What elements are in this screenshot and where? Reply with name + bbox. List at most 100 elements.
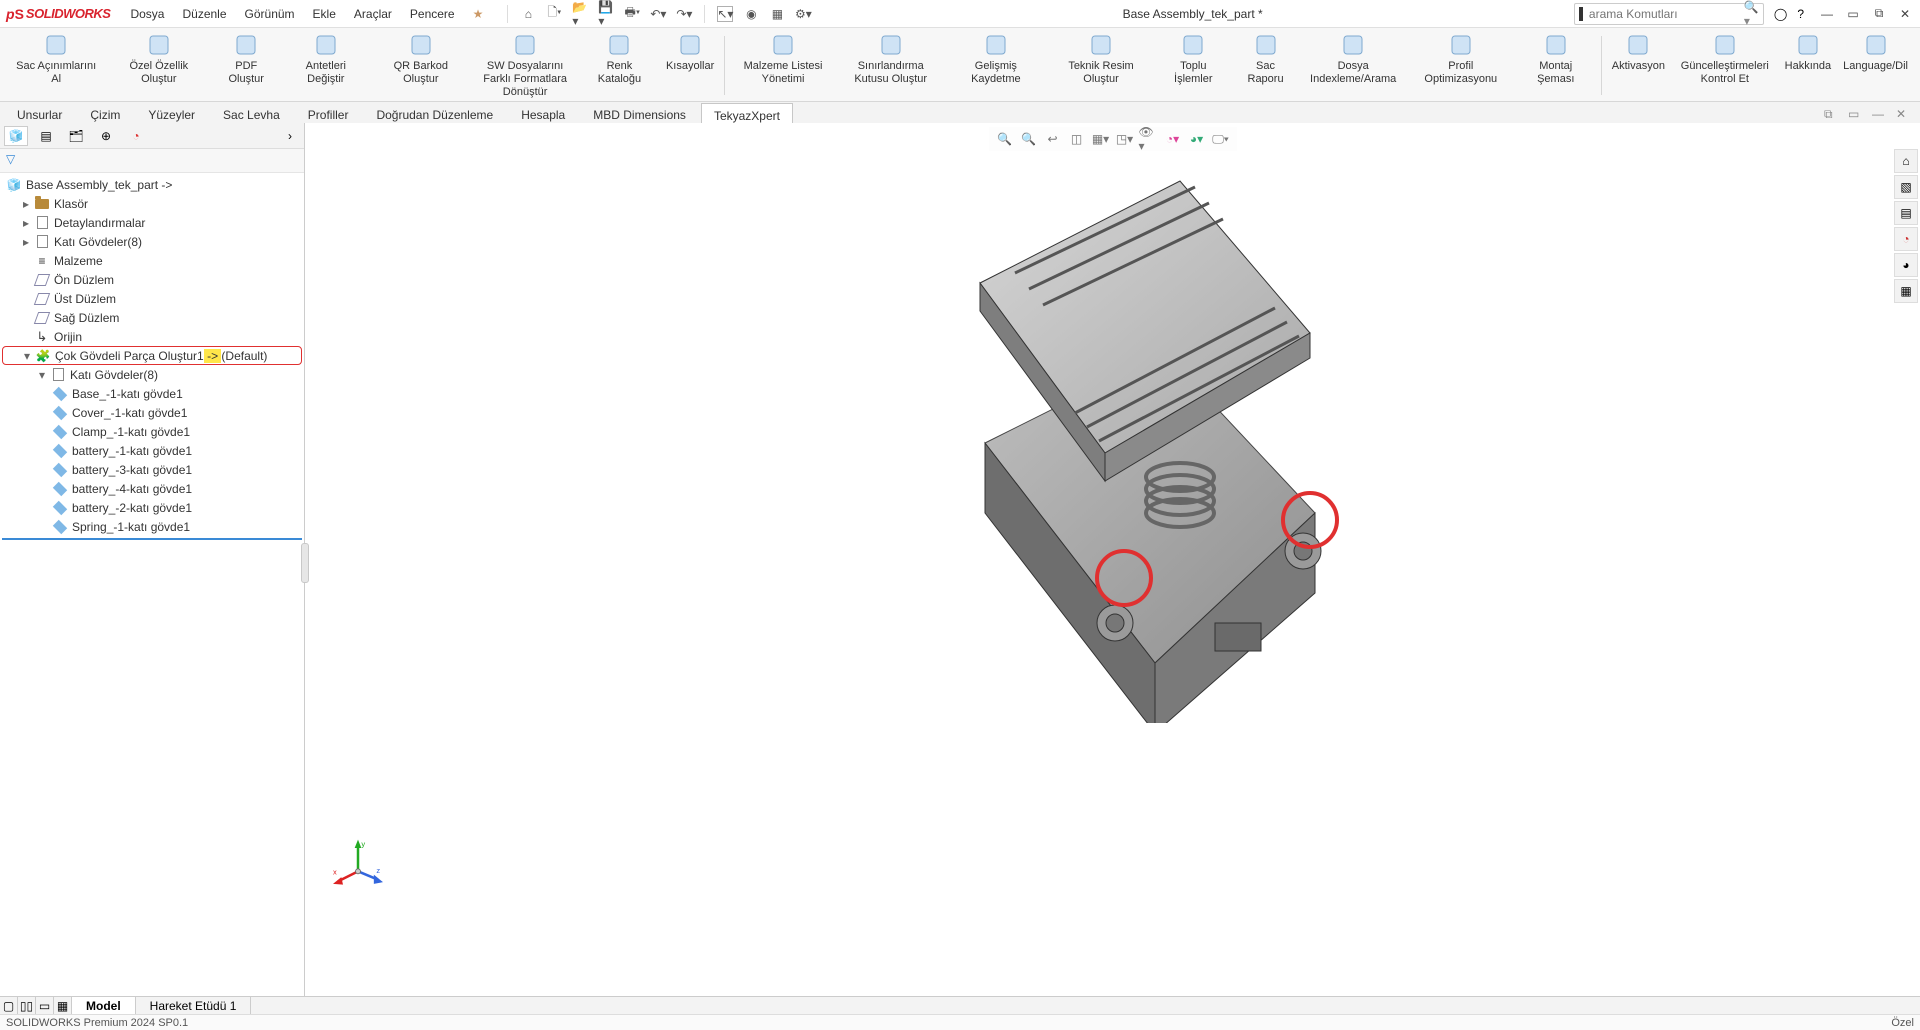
tree-body-item[interactable]: battery_-3-katı gövde1 [2, 460, 302, 479]
ribbon-button[interactable]: QR Barkod Oluştur [370, 32, 471, 86]
tree-body-item[interactable]: battery_-4-katı gövde1 [2, 479, 302, 498]
view-2h-icon[interactable]: ▯▯ [18, 997, 36, 1015]
feature-tree[interactable]: 🧊 Base Assembly_tek_part -> ▸Klasör▸Deta… [0, 173, 304, 998]
ribbon-button[interactable]: Malzeme Listesi Yönetimi [729, 32, 837, 86]
menu-insert[interactable]: Ekle [305, 4, 344, 24]
close-button[interactable]: ✕ [1896, 5, 1914, 23]
tree-root[interactable]: 🧊 Base Assembly_tek_part -> [2, 175, 302, 194]
help-icon[interactable]: ? [1797, 7, 1804, 21]
ribbon-button[interactable]: Dosya Indexleme/Arama [1299, 32, 1407, 86]
taskpane-resources-icon[interactable]: ▧ [1894, 175, 1918, 199]
open-doc-icon[interactable]: 📂▾ [572, 6, 588, 22]
tree-body-item[interactable]: Base_-1-katı gövde1 [2, 384, 302, 403]
select-arrow-icon[interactable]: ↖▾ [717, 6, 733, 22]
doc-min-icon[interactable]: ▭ [1848, 107, 1864, 123]
tree-filter-row[interactable]: ▽ [0, 149, 304, 173]
fp-tab-display[interactable]: ◔ [124, 126, 148, 146]
new-doc-icon[interactable]: 🗋▾ [546, 6, 562, 22]
expander-icon[interactable]: ▾ [21, 349, 33, 363]
settings-gear-icon[interactable]: ⚙▾ [795, 6, 811, 22]
tree-body-item[interactable]: Clamp_-1-katı gövde1 [2, 422, 302, 441]
ribbon-button[interactable]: Toplu İşlemler [1155, 32, 1232, 86]
ribbon-button[interactable]: PDF Oluştur [211, 32, 281, 86]
ribbon-button[interactable]: Özel Özellik Oluştur [106, 32, 211, 86]
view-4-icon[interactable]: ▦ [54, 997, 72, 1015]
minimize-button[interactable]: — [1818, 5, 1836, 23]
view-2v-icon[interactable]: ▭ [36, 997, 54, 1015]
menu-tools[interactable]: Araçlar [346, 4, 400, 24]
doc-restore-icon[interactable]: ⧉ [1824, 107, 1840, 123]
fp-tab-config[interactable]: 🗂 [64, 126, 88, 146]
tree-item[interactable]: Sağ Düzlem [2, 308, 302, 327]
options-grid-icon[interactable]: ▦ [769, 6, 785, 22]
view-single-icon[interactable]: ▢ [0, 997, 18, 1015]
search-glass-icon[interactable]: 🔍▾ [1744, 0, 1759, 28]
expander-icon[interactable]: ▾ [36, 368, 48, 382]
tree-body-item[interactable]: Cover_-1-katı gövde1 [2, 403, 302, 422]
home-icon[interactable]: ⌂ [520, 6, 536, 22]
tree-item[interactable]: ↳Orijin [2, 327, 302, 346]
status-unit-system[interactable]: Özel [1891, 1017, 1914, 1029]
command-search[interactable]: 🔍▾ [1574, 3, 1764, 25]
ribbon-button[interactable]: Güncelleştirmeleri Kontrol Et [1671, 32, 1779, 86]
ribbon-button[interactable]: Language/Dil [1837, 32, 1914, 73]
doc-close-icon[interactable]: ✕ [1896, 107, 1912, 123]
tree-item[interactable]: ▸Detaylandırmalar [2, 213, 302, 232]
fp-tab-dim[interactable]: ⊕ [94, 126, 118, 146]
traffic-light-icon[interactable]: ◉ [743, 6, 759, 22]
menu-edit[interactable]: Düzenle [174, 4, 234, 24]
section-view-icon[interactable]: ◫ [1067, 129, 1087, 149]
expander-icon[interactable]: ▸ [20, 216, 32, 230]
menu-view[interactable]: Görünüm [237, 4, 303, 24]
prev-view-icon[interactable]: ↩ [1043, 129, 1063, 149]
redo-icon[interactable]: ↷▾ [676, 6, 692, 22]
ribbon-button[interactable]: Hakkında [1779, 32, 1837, 73]
tree-item[interactable]: ≡Malzeme [2, 251, 302, 270]
tree-body-item[interactable]: Spring_-1-katı gövde1 [2, 517, 302, 536]
zoom-fit-icon[interactable]: 🔍 [995, 129, 1015, 149]
ribbon-button[interactable]: Kısayollar [660, 32, 720, 73]
menu-file[interactable]: Dosya [122, 4, 172, 24]
tree-insertion-bar[interactable] [2, 538, 302, 540]
tree-item-multibody[interactable]: ▾ 🧩 Çok Gövdeli Parça Oluştur1 -> (Defau… [2, 346, 302, 365]
orientation-triad[interactable]: y x z [333, 838, 383, 888]
expander-icon[interactable]: ▸ [20, 235, 32, 249]
print-icon[interactable]: 🖶▾ [624, 6, 640, 22]
ribbon-button[interactable]: Aktivasyon [1606, 32, 1671, 73]
menu-help-icon[interactable]: ★ [465, 4, 492, 24]
tree-item[interactable]: ▸Klasör [2, 194, 302, 213]
tree-item-solid-bodies-sub[interactable]: ▾ Katı Gövdeler(8) [2, 365, 302, 384]
fp-tab-feature-tree[interactable]: 🧊 [4, 126, 28, 146]
graphics-viewport[interactable]: 🔍 🔍 ↩ ◫ ▦▾ ◳▾ 👁▾ ◔▾ ◕▾ 🖵▾ ⌂ ▧ ▤ ◔ ◕ ▦ [305, 123, 1920, 998]
tree-body-item[interactable]: battery_-2-katı gövde1 [2, 498, 302, 517]
appearance-icon[interactable]: ◔▾ [1163, 129, 1183, 149]
taskpane-library-icon[interactable]: ▤ [1894, 201, 1918, 225]
orientation-icon[interactable]: ▦▾ [1091, 129, 1111, 149]
taskpane-props-icon[interactable]: ▦ [1894, 279, 1918, 303]
filter-funnel-icon[interactable]: ▽ [6, 152, 15, 166]
scene-icon[interactable]: ◕▾ [1187, 129, 1207, 149]
ribbon-button[interactable]: Antetleri Değiştir [281, 32, 370, 86]
maximize-button[interactable]: ⧉ [1870, 5, 1888, 23]
user-icon[interactable]: ◯ [1774, 7, 1787, 21]
ribbon-button[interactable]: Sac Açınımlarını Al [6, 32, 106, 86]
ribbon-button[interactable]: Montaj Şeması [1515, 32, 1597, 86]
doc-max-icon[interactable]: — [1872, 107, 1888, 123]
zoom-area-icon[interactable]: 🔍 [1019, 129, 1039, 149]
undo-icon[interactable]: ↶▾ [650, 6, 666, 22]
taskpane-home-icon[interactable]: ⌂ [1894, 149, 1918, 173]
search-input[interactable] [1589, 7, 1744, 21]
display-style-icon[interactable]: ◳▾ [1115, 129, 1135, 149]
ribbon-button[interactable]: Sınırlandırma Kutusu Oluştur [837, 32, 945, 86]
expander-icon[interactable]: ▸ [20, 197, 32, 211]
hide-show-icon[interactable]: 👁▾ [1139, 129, 1159, 149]
ribbon-button[interactable]: Teknik Resim Oluştur [1047, 32, 1155, 86]
restore-button[interactable]: ▭ [1844, 5, 1862, 23]
tree-item[interactable]: Ön Düzlem [2, 270, 302, 289]
fp-tab-property[interactable]: ▤ [34, 126, 58, 146]
ribbon-button[interactable]: Profil Optimizasyonu [1407, 32, 1515, 86]
ribbon-button[interactable]: Sac Raporu [1232, 32, 1300, 86]
tree-item[interactable]: ▸Katı Gövdeler(8) [2, 232, 302, 251]
bottom-tab-motion[interactable]: Hareket Etüdü 1 [136, 997, 252, 1014]
panel-splitter[interactable] [301, 543, 309, 583]
